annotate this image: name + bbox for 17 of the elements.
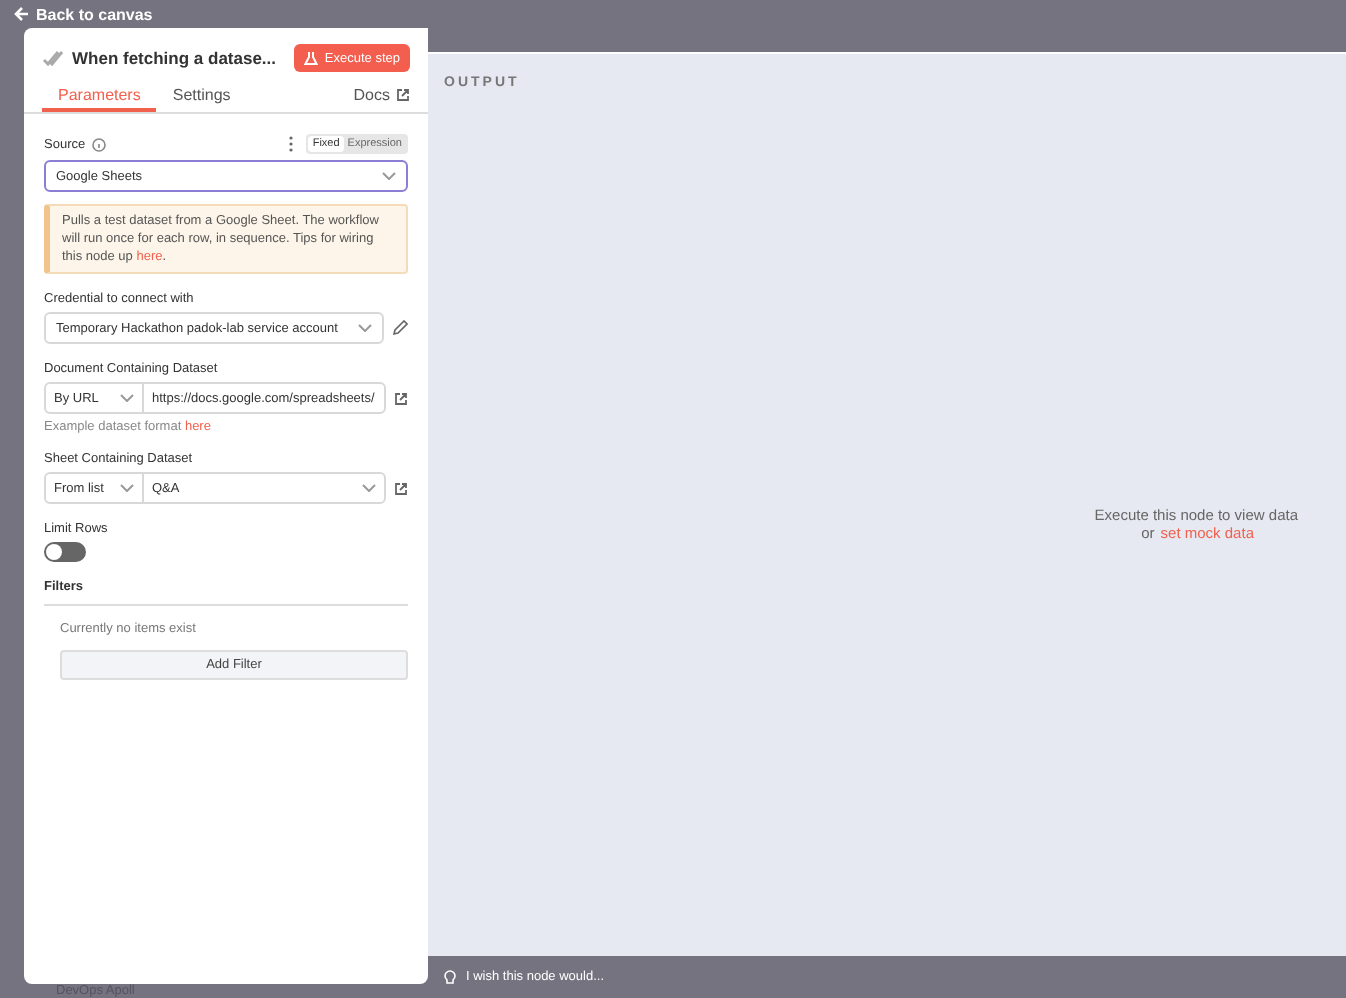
external-link-icon[interactable] bbox=[394, 481, 408, 496]
back-link[interactable]: Back to canvas bbox=[14, 5, 153, 23]
toggle-switch[interactable] bbox=[44, 542, 86, 563]
chevron-down-icon bbox=[358, 324, 372, 333]
checkmarks-icon bbox=[42, 49, 64, 67]
info-icon bbox=[91, 137, 106, 151]
arrow-left-icon bbox=[14, 6, 30, 22]
external-link-icon bbox=[396, 88, 410, 102]
lightbulb-icon bbox=[444, 969, 456, 985]
node-title: When fetching a datase... bbox=[72, 48, 279, 68]
more-options-icon[interactable] bbox=[288, 136, 295, 152]
pencil-icon[interactable] bbox=[392, 320, 408, 337]
chevron-down-icon bbox=[382, 172, 396, 180]
flask-icon bbox=[304, 50, 319, 66]
docs-link[interactable]: Docs bbox=[353, 86, 410, 112]
external-link-icon[interactable] bbox=[394, 391, 408, 406]
tab[interactable]: Settings bbox=[156, 80, 247, 112]
